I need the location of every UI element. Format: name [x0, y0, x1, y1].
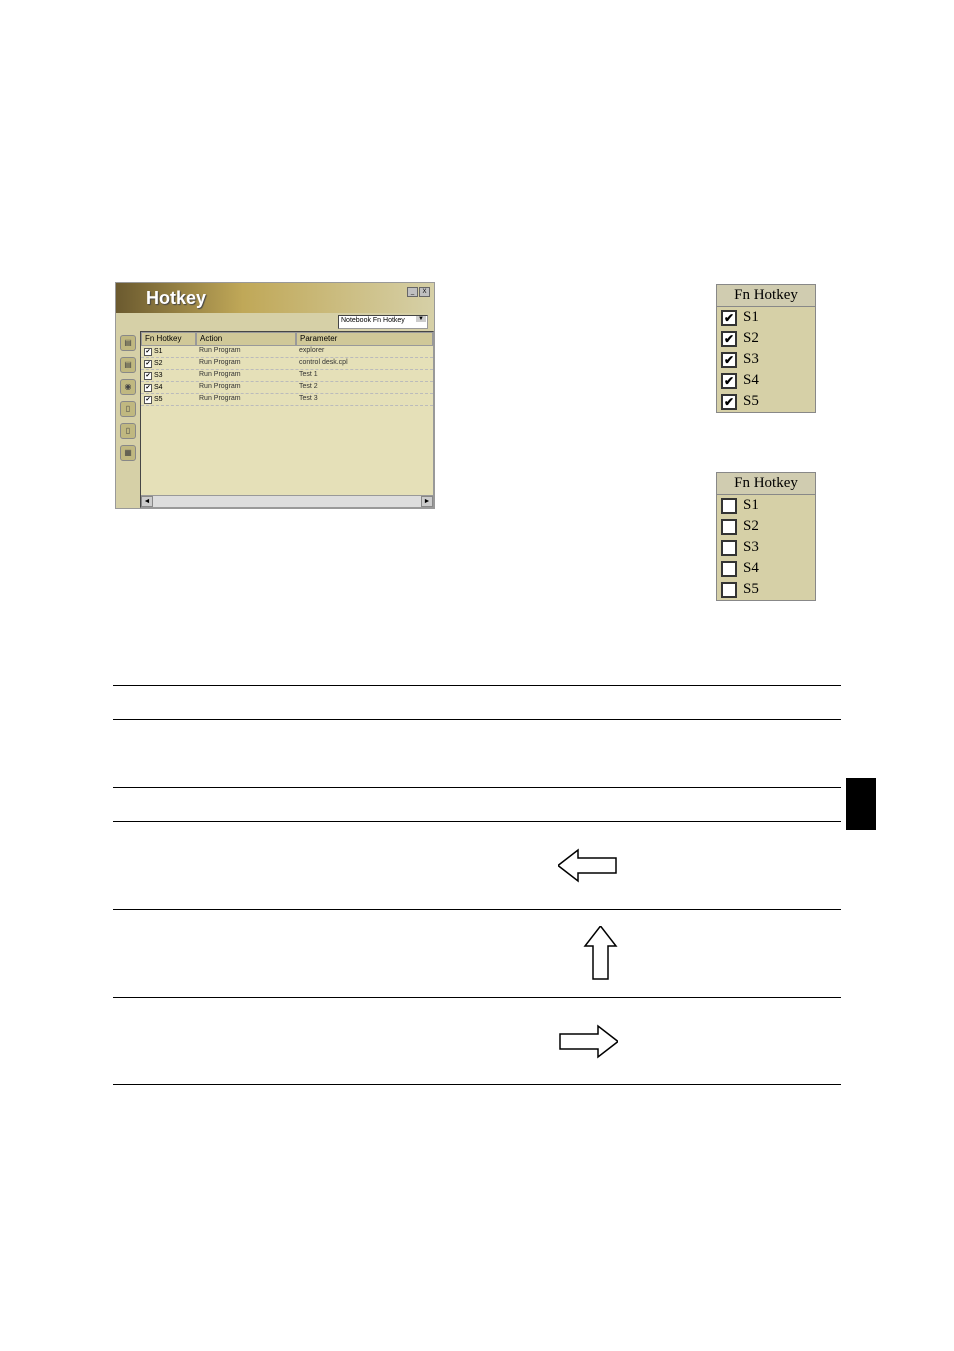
row-fn: S2: [154, 360, 163, 367]
sidebar-icon-1[interactable]: ▤: [120, 335, 136, 351]
row-action: Run Program: [196, 358, 296, 369]
list-item[interactable]: ✔S3: [717, 349, 815, 370]
list-item[interactable]: ✔S1: [717, 307, 815, 328]
row-param: Test 2: [296, 382, 433, 393]
list-item[interactable]: ✔S2: [717, 328, 815, 349]
table-row: [113, 787, 841, 821]
row-action: Run Program: [196, 370, 296, 381]
sidebar-icon-4[interactable]: ▯: [120, 401, 136, 417]
checkbox-icon[interactable]: [721, 540, 737, 556]
fn-label: S1: [741, 497, 761, 514]
row-action: Run Program: [196, 394, 296, 405]
side-tab: [846, 778, 876, 830]
fn-panel-header: Fn Hotkey: [717, 285, 815, 307]
checkbox-icon[interactable]: ✔: [144, 372, 152, 380]
table-row: [113, 685, 841, 719]
checkbox-icon[interactable]: ✔: [721, 310, 737, 326]
table-row[interactable]: ✔S1 Run Program explorer: [141, 346, 433, 358]
sidebar-icon-6[interactable]: ▦: [120, 445, 136, 461]
fn-hotkey-panel-unchecked: Fn Hotkey S1 S2 S3 S4 S5: [716, 472, 816, 601]
horizontal-scrollbar[interactable]: ◄ ►: [141, 495, 433, 507]
hotkey-window: Hotkey _ X Notebook Fn Hotkey ▤ ▤ ◉ ▯ ▯ …: [115, 282, 435, 509]
description-table: [113, 685, 841, 1085]
fn-label: S2: [741, 518, 761, 535]
titlebar: Hotkey _ X: [116, 283, 434, 313]
fn-label: S3: [741, 539, 761, 556]
list-item[interactable]: S5: [717, 579, 815, 600]
checkbox-icon[interactable]: ✔: [721, 373, 737, 389]
fn-label: S3: [741, 351, 761, 368]
list-item[interactable]: S2: [717, 516, 815, 537]
checkbox-icon[interactable]: [721, 582, 737, 598]
sidebar-icon-2[interactable]: ▤: [120, 357, 136, 373]
table-row[interactable]: ✔S4 Run Program Test 2: [141, 382, 433, 394]
list-item[interactable]: ✔S5: [717, 391, 815, 412]
row-fn: S5: [154, 396, 163, 403]
table-row: [113, 997, 841, 1085]
fn-panel-header: Fn Hotkey: [717, 473, 815, 495]
col-header-action[interactable]: Action: [196, 332, 296, 346]
arrow-up-icon: [583, 926, 618, 981]
table-row: [113, 821, 841, 909]
checkbox-icon[interactable]: ✔: [144, 360, 152, 368]
list-item[interactable]: S4: [717, 558, 815, 579]
list-item[interactable]: S3: [717, 537, 815, 558]
checkbox-icon[interactable]: ✔: [144, 384, 152, 392]
table-row: [113, 909, 841, 997]
fn-label: S1: [741, 309, 761, 326]
checkbox-icon[interactable]: ✔: [721, 331, 737, 347]
sidebar: ▤ ▤ ◉ ▯ ▯ ▦: [116, 331, 140, 508]
checkbox-icon[interactable]: [721, 519, 737, 535]
row-action: Run Program: [196, 346, 296, 357]
row-fn: S4: [154, 384, 163, 391]
scroll-right-icon[interactable]: ►: [421, 496, 433, 507]
row-fn: S1: [154, 348, 163, 355]
fn-hotkey-panel-checked: Fn Hotkey ✔S1 ✔S2 ✔S3 ✔S4 ✔S5: [716, 284, 816, 413]
sidebar-icon-5[interactable]: ▯: [120, 423, 136, 439]
row-fn: S3: [154, 372, 163, 379]
list-item[interactable]: ✔S4: [717, 370, 815, 391]
checkbox-icon[interactable]: ✔: [721, 352, 737, 368]
sidebar-icon-3[interactable]: ◉: [120, 379, 136, 395]
close-button[interactable]: X: [419, 287, 430, 297]
fn-label: S2: [741, 330, 761, 347]
table-row[interactable]: ✔S3 Run Program Test 1: [141, 370, 433, 382]
row-action: Run Program: [196, 382, 296, 393]
table-row: [113, 719, 841, 787]
row-param: explorer: [296, 346, 433, 357]
row-param: Test 1: [296, 370, 433, 381]
checkbox-icon[interactable]: [721, 561, 737, 577]
list-item[interactable]: S1: [717, 495, 815, 516]
scroll-left-icon[interactable]: ◄: [141, 496, 153, 507]
table-row[interactable]: ✔S5 Run Program Test 3: [141, 394, 433, 406]
category-dropdown[interactable]: Notebook Fn Hotkey: [338, 315, 428, 329]
row-param: Test 3: [296, 394, 433, 405]
arrow-right-icon: [558, 1024, 618, 1059]
fn-label: S4: [741, 560, 761, 577]
checkbox-icon[interactable]: ✔: [144, 348, 152, 356]
col-header-fn[interactable]: Fn Hotkey: [141, 332, 196, 346]
fn-label: S5: [741, 393, 761, 410]
row-param: control desk.cpl: [296, 358, 433, 369]
fn-label: S5: [741, 581, 761, 598]
checkbox-icon[interactable]: ✔: [144, 396, 152, 404]
col-header-parameter[interactable]: Parameter: [296, 332, 433, 346]
fn-label: S4: [741, 372, 761, 389]
table-row[interactable]: ✔S2 Run Program control desk.cpl: [141, 358, 433, 370]
arrow-left-icon: [558, 848, 618, 883]
hotkey-list: Fn Hotkey Action Parameter ✔S1 Run Progr…: [140, 331, 434, 508]
checkbox-icon[interactable]: [721, 498, 737, 514]
window-title: Hotkey: [146, 288, 206, 309]
minimize-button[interactable]: _: [407, 287, 418, 297]
checkbox-icon[interactable]: ✔: [721, 394, 737, 410]
